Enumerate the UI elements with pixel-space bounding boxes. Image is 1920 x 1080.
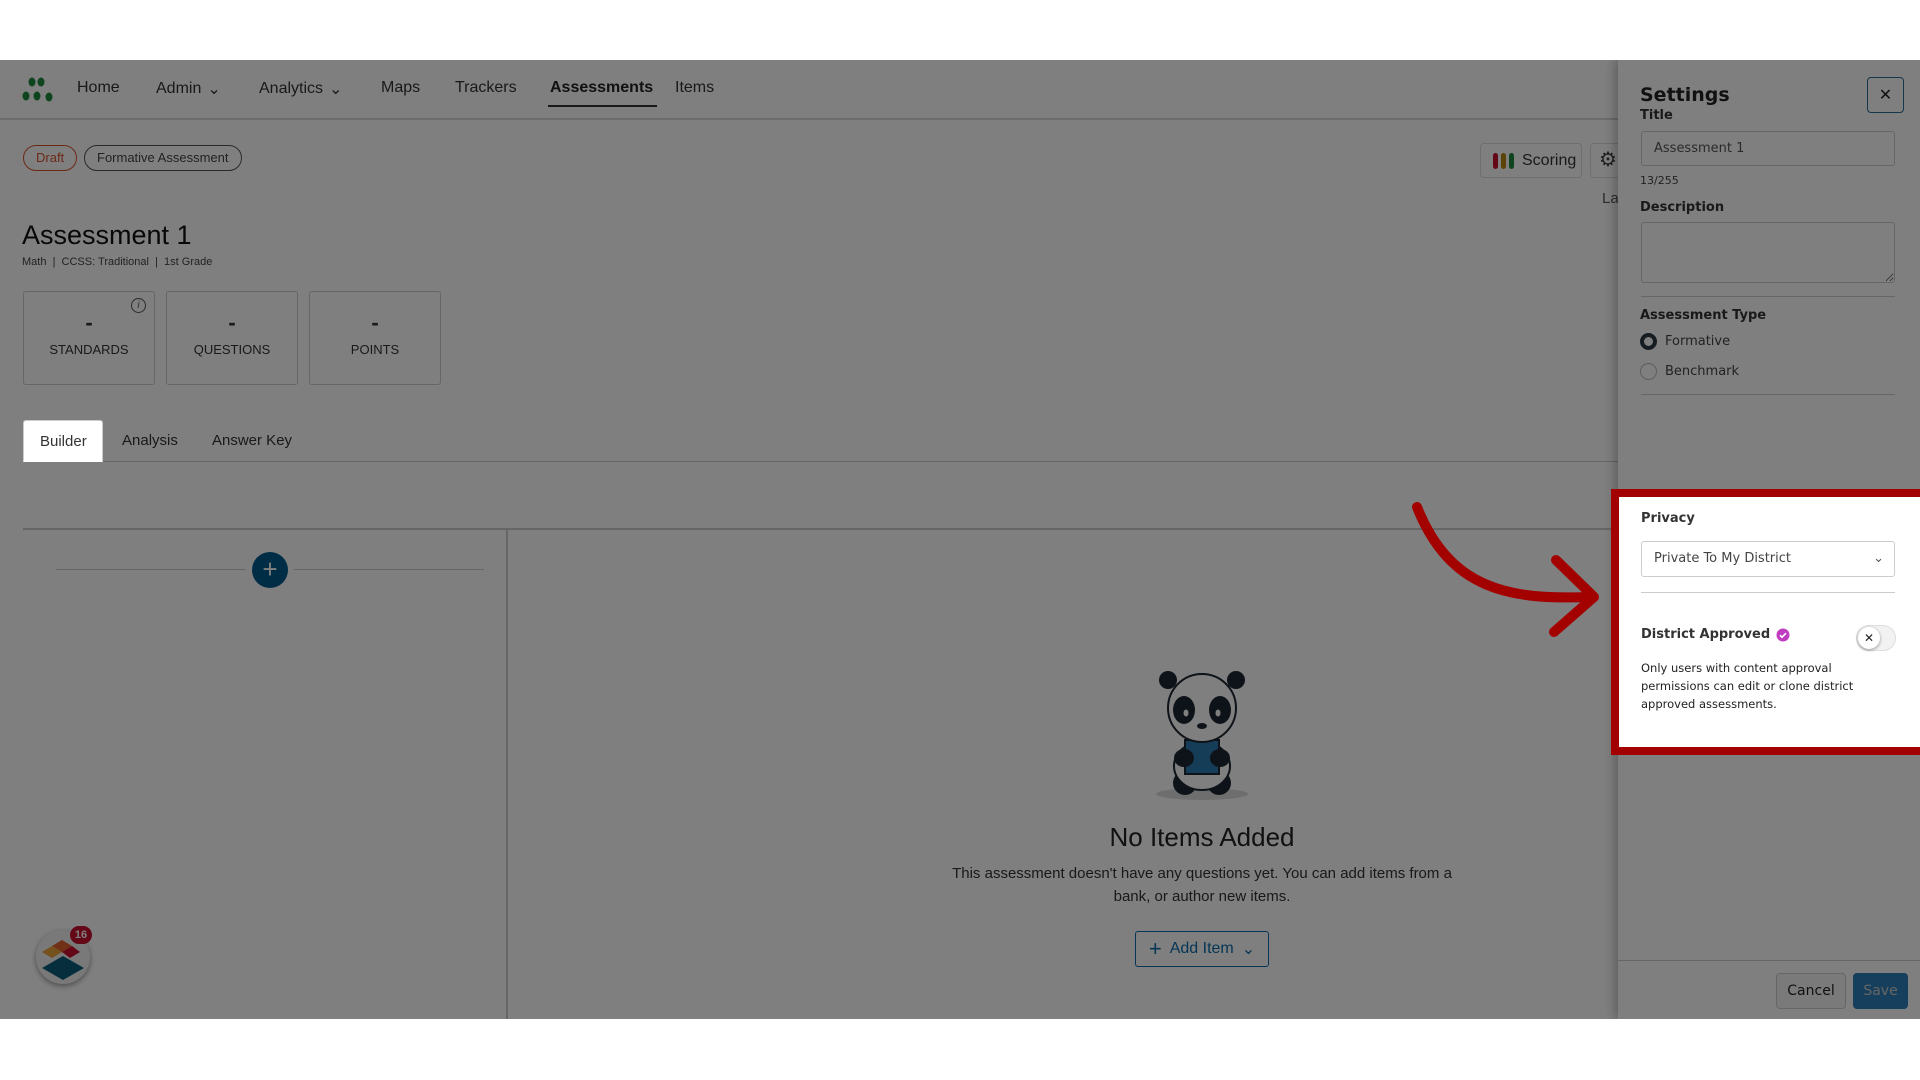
privacy-value: Private To My District xyxy=(1654,551,1792,566)
privacy-select[interactable]: Private To My District ⌄ xyxy=(1641,541,1895,577)
district-approved-toggle[interactable]: ✕ xyxy=(1856,625,1896,651)
tab-builder[interactable]: Builder xyxy=(23,420,103,462)
divider xyxy=(1641,592,1895,593)
highlight-box: Privacy Private To My District ⌄ District… xyxy=(1611,489,1920,755)
privacy-label: Privacy xyxy=(1641,511,1695,526)
district-approved-label: District Approved xyxy=(1641,627,1771,642)
district-approved-help: Only users with content approval permiss… xyxy=(1641,661,1854,711)
verified-badge-icon xyxy=(1776,628,1790,641)
district-approved-label-row: District Approved xyxy=(1641,627,1790,642)
chevron-down-icon: ⌄ xyxy=(1873,551,1884,566)
close-icon: ✕ xyxy=(1858,627,1880,649)
